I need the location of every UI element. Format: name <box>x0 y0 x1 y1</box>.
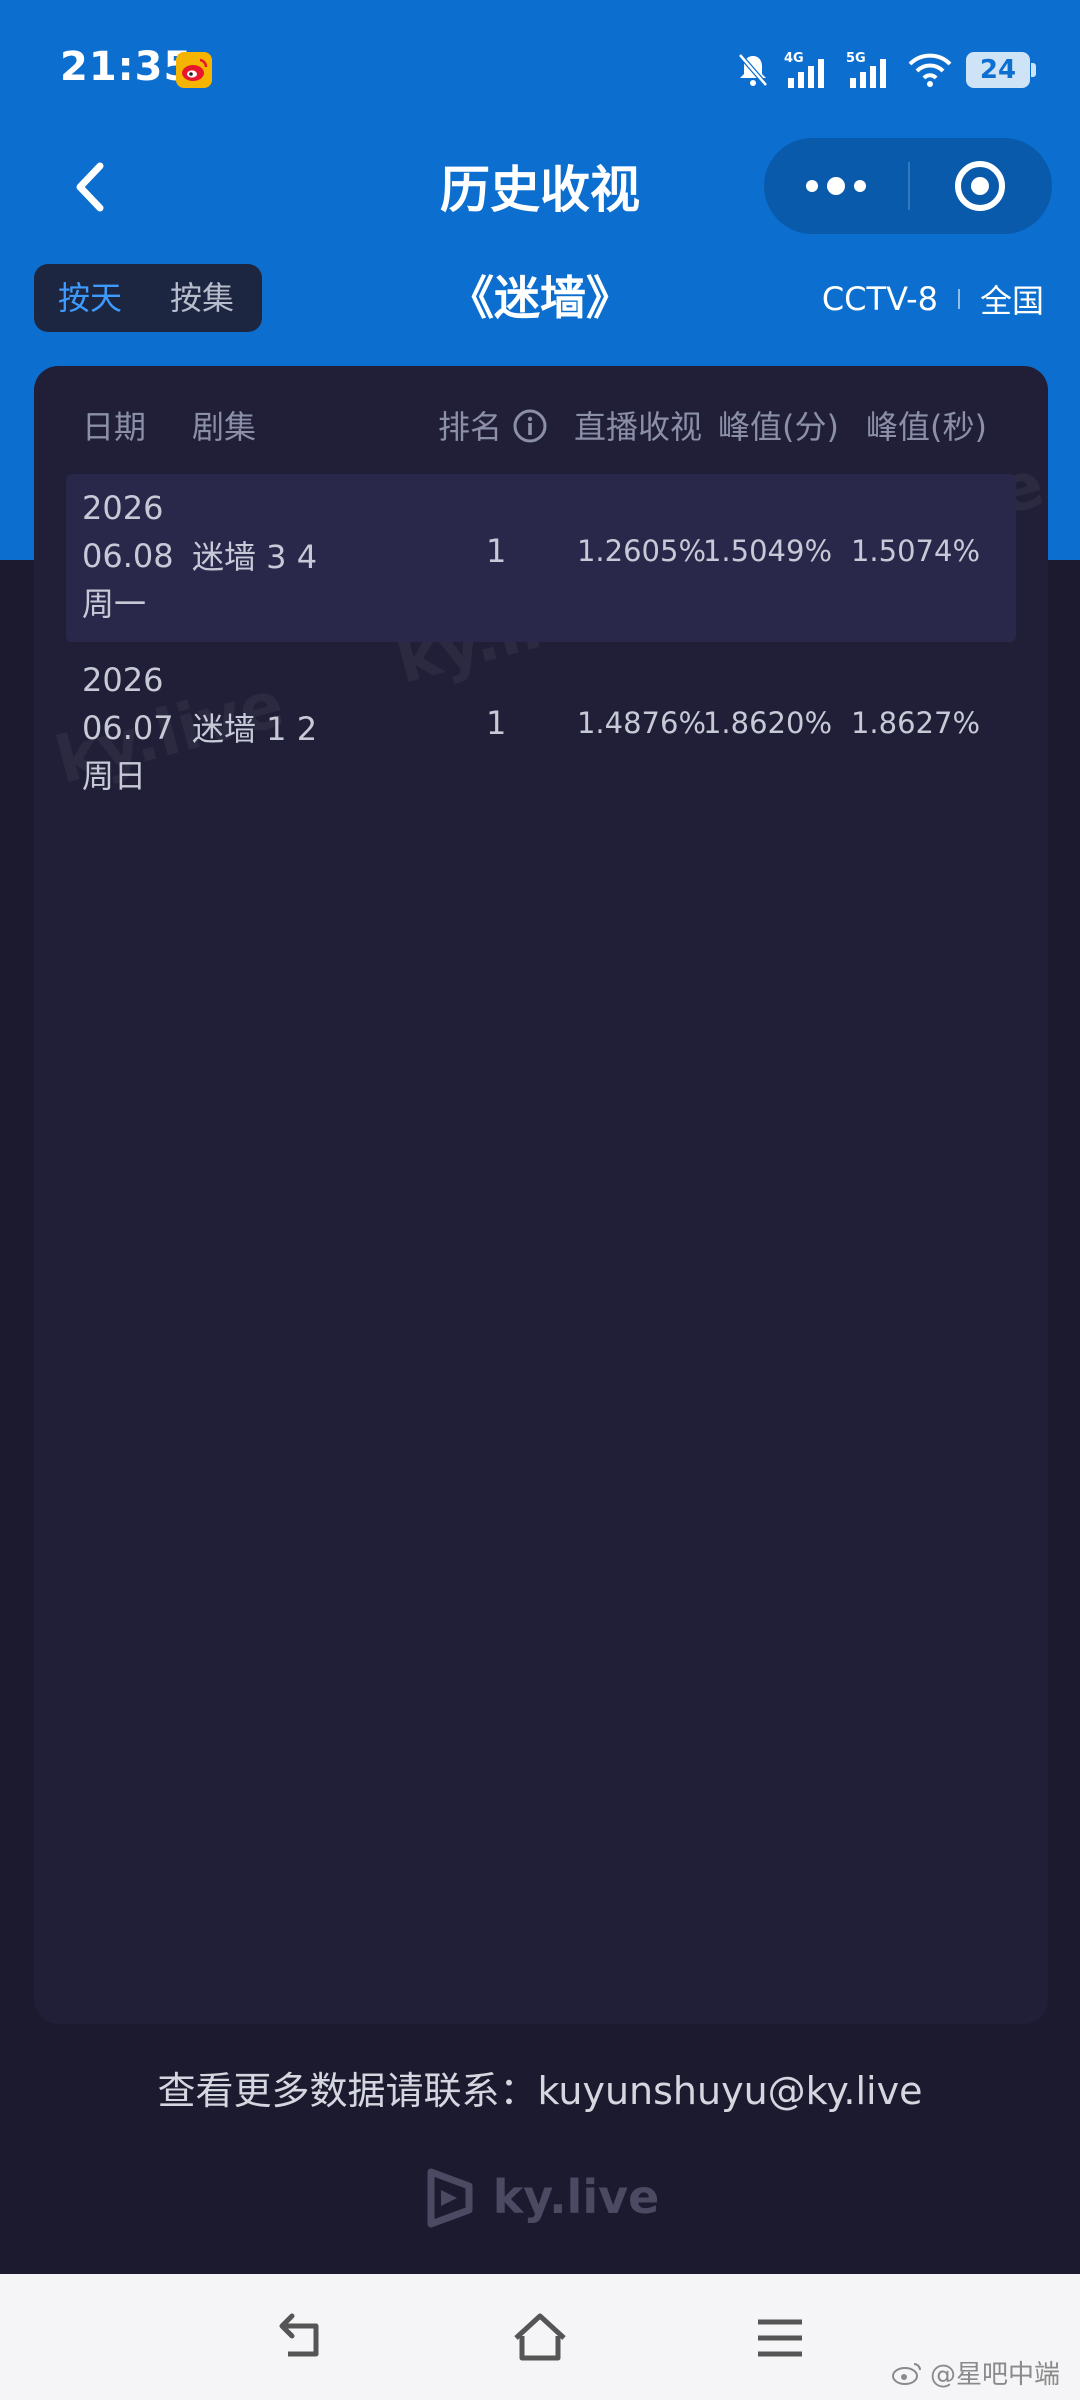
row-rank: 1 <box>486 704 507 742</box>
row-live-rating: 1.2605% <box>576 534 706 568</box>
header-rank: 排名 <box>438 402 548 448</box>
contact-text[interactable]: 查看更多数据请联系：kuyunshuyu@ky.live <box>0 2060 1080 2115</box>
more-dots-icon <box>806 177 866 195</box>
header-peak-sec: 峰值(秒) <box>866 408 987 446</box>
return-arrow-icon <box>279 2313 319 2357</box>
mute-bell-icon <box>738 53 768 87</box>
header-episode: 剧集 <box>192 408 257 446</box>
weibo-credit: @星吧中端 <box>890 2354 1060 2391</box>
status-icons: 4G 5G 24 <box>736 48 1036 92</box>
header-rank-label: 排名 <box>438 408 503 446</box>
header-peak-min: 峰值(分) <box>718 408 839 446</box>
row-episode: 迷墙 1 2 <box>192 710 318 748</box>
credit-text: @星吧中端 <box>929 2360 1060 2390</box>
close-button[interactable] <box>910 138 1052 234</box>
channel-name[interactable]: CCTV-8 <box>822 280 938 318</box>
more-button[interactable] <box>764 138 908 234</box>
header-date: 日期 <box>82 408 147 446</box>
system-back-button[interactable] <box>272 2308 332 2368</box>
footer-logo: ky.live <box>0 2166 1080 2228</box>
battery-indicator: 24 <box>966 52 1036 88</box>
table-row[interactable]: 2026 06.08 周一 迷墙 3 4 1 1.2605% 1.5049% 1… <box>66 474 1016 642</box>
table-row[interactable]: 2026 06.07 周日 迷墙 1 2 1 1.4876% 1.8620% 1… <box>66 646 1016 814</box>
row-weekday: 周日 <box>82 757 147 795</box>
channel-selector[interactable]: CCTV-8 全国 <box>822 276 1044 322</box>
row-peak-sec: 1.5074% <box>850 534 980 568</box>
system-menu-button[interactable] <box>750 2308 810 2368</box>
region-name[interactable]: 全国 <box>980 276 1044 322</box>
wifi-icon <box>908 53 952 87</box>
row-peak-min: 1.8620% <box>702 706 832 740</box>
system-home-button[interactable] <box>510 2308 570 2368</box>
table-header: 日期 剧集 排名 直播收视 峰值(分) 峰值(秒) <box>34 366 1048 474</box>
row-year: 2026 <box>82 661 164 699</box>
header-live-rating: 直播收视 <box>574 408 703 446</box>
status-time: 21:35 <box>60 44 193 90</box>
row-episode: 迷墙 3 4 <box>192 538 318 576</box>
home-icon <box>514 2313 566 2361</box>
signal-4g-icon: 4G <box>784 51 824 88</box>
weibo-logo-icon <box>891 2362 921 2385</box>
row-peak-min: 1.5049% <box>702 534 832 568</box>
status-bar: 21:35 4G 5G 24 <box>0 0 1080 140</box>
row-rank: 1 <box>486 532 507 570</box>
row-date: 2026 06.08 周一 <box>82 484 174 628</box>
row-peak-sec: 1.8627% <box>850 706 980 740</box>
row-day: 06.08 <box>82 537 174 575</box>
miniprogram-capsule <box>764 138 1052 234</box>
signal-5g-label: 5G <box>846 51 866 66</box>
target-circle-icon <box>955 161 1005 211</box>
info-icon[interactable] <box>512 408 548 444</box>
weibo-icon <box>176 52 212 88</box>
ratings-table: ky.live ky.live ky.live 日期 剧集 排名 直播收视 峰值… <box>34 366 1048 2024</box>
screen: 21:35 4G 5G 24 历史收视 按天 按集 《迷墙》 CCTV-8 全国 <box>0 0 1080 2400</box>
row-year: 2026 <box>82 489 164 527</box>
menu-lines-icon <box>758 2319 802 2357</box>
channel-separator <box>957 289 960 309</box>
ky-logo-icon <box>427 2168 473 2228</box>
signal-4g-label: 4G <box>784 51 804 66</box>
row-date: 2026 06.07 周日 <box>82 656 174 800</box>
row-weekday: 周一 <box>82 585 147 623</box>
signal-5g-icon: 5G <box>846 51 886 88</box>
row-live-rating: 1.4876% <box>576 706 706 740</box>
footer-logo-text: ky.live <box>492 2170 660 2224</box>
row-day: 06.07 <box>82 709 174 747</box>
